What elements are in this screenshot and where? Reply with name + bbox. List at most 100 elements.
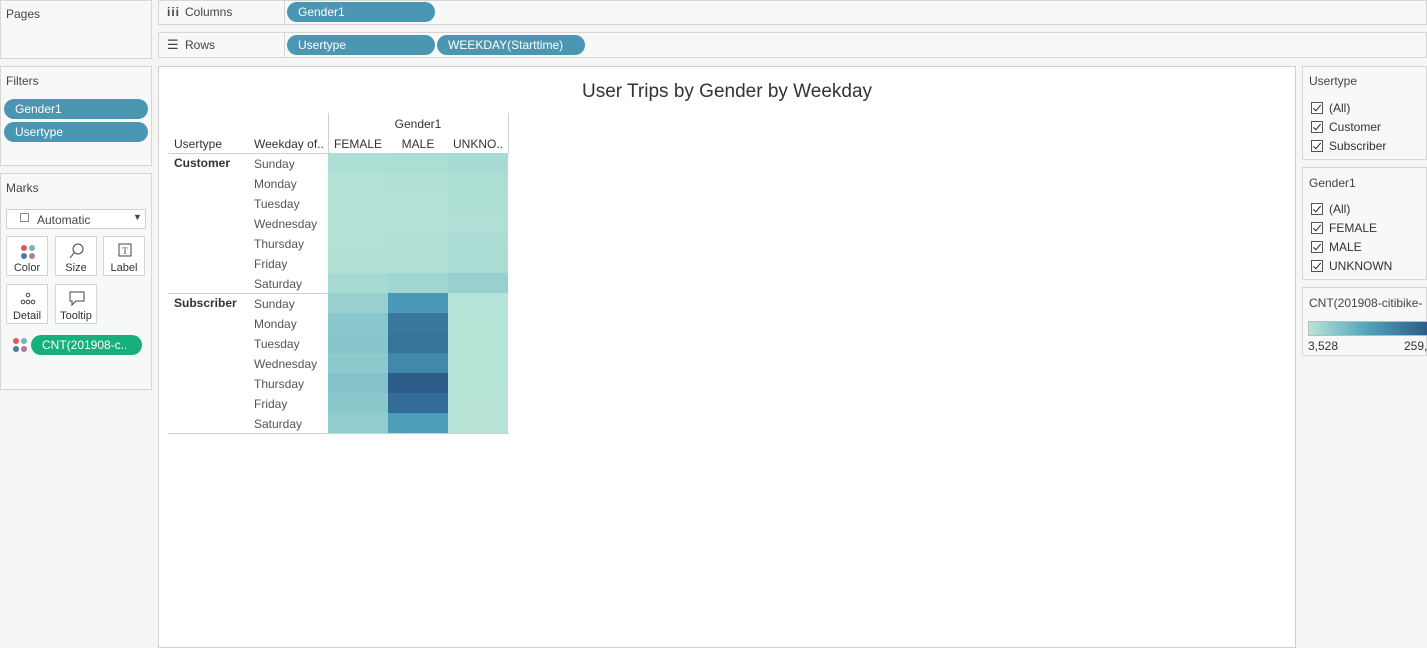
checkbox-icon[interactable] bbox=[1311, 120, 1323, 133]
filters-title: Filters bbox=[6, 74, 39, 88]
columns-pill-gender1[interactable]: Gender1 bbox=[287, 2, 435, 22]
heatmap-cell[interactable] bbox=[388, 413, 448, 433]
heatmap-cell[interactable] bbox=[388, 173, 448, 193]
row-label-subscriber-monday: Monday bbox=[254, 317, 297, 331]
col-header-group: Gender1 bbox=[394, 117, 442, 131]
heatmap-cell[interactable] bbox=[388, 233, 448, 253]
heatmap-cell[interactable] bbox=[448, 213, 508, 233]
usertype-option-all[interactable]: (All) bbox=[1311, 99, 1350, 118]
heatmap-cell[interactable] bbox=[448, 253, 508, 273]
heatmap-cell[interactable] bbox=[448, 333, 508, 353]
heatmap-cell[interactable] bbox=[448, 173, 508, 193]
heatmap-cell[interactable] bbox=[388, 293, 448, 313]
heatmap-cell[interactable] bbox=[448, 153, 508, 173]
color-legend-card[interactable]: CNT(201908-citibike- 3,528 259, bbox=[1302, 287, 1427, 356]
heatmap-grid[interactable] bbox=[328, 153, 508, 433]
rows-pill-usertype[interactable]: Usertype bbox=[287, 35, 435, 55]
heatmap-cell[interactable] bbox=[388, 213, 448, 233]
usertype-filter-card[interactable]: Usertype (All) Customer Subscriber bbox=[1302, 66, 1427, 160]
label-icon: T bbox=[118, 243, 132, 257]
gender-option-female-label: FEMALE bbox=[1329, 221, 1378, 235]
heatmap-cell[interactable] bbox=[388, 193, 448, 213]
checkbox-icon[interactable] bbox=[1311, 101, 1323, 114]
legend-max-label: 259, bbox=[1404, 339, 1427, 353]
row-label-customer-sunday: Sunday bbox=[254, 157, 295, 171]
size-icon bbox=[69, 243, 84, 259]
heatmap-cell[interactable] bbox=[388, 373, 448, 393]
heatmap-cell[interactable] bbox=[448, 393, 508, 413]
filter-pill-usertype[interactable]: Usertype bbox=[4, 122, 148, 142]
heatmap-cell[interactable] bbox=[448, 313, 508, 333]
heatmap-cell[interactable] bbox=[328, 333, 388, 353]
heatmap-cell[interactable] bbox=[328, 413, 388, 433]
mark-type-label: Automatic bbox=[37, 213, 91, 227]
row-label-subscriber-thursday: Thursday bbox=[254, 377, 305, 391]
heatmap-cell[interactable] bbox=[448, 373, 508, 393]
gender-option-female[interactable]: FEMALE bbox=[1311, 219, 1377, 238]
color-button[interactable]: Color bbox=[6, 236, 48, 276]
columns-label: Columns bbox=[185, 5, 233, 19]
heatmap-cell[interactable] bbox=[448, 293, 508, 313]
group-label-customer: Customer bbox=[174, 156, 231, 170]
mark-type-dropdown[interactable]: Automatic ▼ bbox=[6, 209, 146, 229]
heatmap-cell[interactable] bbox=[388, 313, 448, 333]
heatmap-cell[interactable] bbox=[328, 253, 388, 273]
heatmap-cell[interactable] bbox=[448, 273, 508, 293]
detail-button[interactable]: Detail bbox=[6, 284, 48, 324]
rows-icon: ☰ bbox=[167, 37, 179, 52]
gender-option-unknown[interactable]: UNKNOWN bbox=[1311, 257, 1392, 276]
pages-card[interactable]: Pages bbox=[0, 0, 152, 59]
heatmap-cell[interactable] bbox=[328, 373, 388, 393]
gender-option-all[interactable]: (All) bbox=[1311, 200, 1350, 219]
columns-shelf[interactable]: iii Columns Gender1 bbox=[158, 0, 1427, 25]
heatmap-cell[interactable] bbox=[388, 393, 448, 413]
rows-shelf[interactable]: ☰ Rows Usertype WEEKDAY(Starttime) bbox=[158, 32, 1427, 58]
legend-min-label: 3,528 bbox=[1308, 339, 1339, 353]
row-label-customer-thursday: Thursday bbox=[254, 237, 305, 251]
heatmap-cell[interactable] bbox=[328, 353, 388, 373]
heatmap-cell[interactable] bbox=[388, 273, 448, 293]
usertype-option-customer[interactable]: Customer bbox=[1311, 118, 1381, 137]
checkbox-icon[interactable] bbox=[1311, 259, 1323, 272]
heatmap-cell[interactable] bbox=[328, 153, 388, 173]
gender-filter-title: Gender1 bbox=[1309, 176, 1356, 190]
row-label-subscriber-wednesday: Wednesday bbox=[254, 357, 318, 371]
heatmap-cell[interactable] bbox=[448, 413, 508, 433]
heatmap-cell[interactable] bbox=[388, 353, 448, 373]
size-button[interactable]: Size bbox=[55, 236, 97, 276]
gender-option-male[interactable]: MALE bbox=[1311, 238, 1362, 257]
filter-pill-gender1[interactable]: Gender1 bbox=[4, 99, 148, 119]
chevron-down-icon: ▼ bbox=[133, 212, 142, 222]
checkbox-icon[interactable] bbox=[1311, 240, 1323, 253]
heatmap-cell[interactable] bbox=[328, 273, 388, 293]
heatmap-cell[interactable] bbox=[328, 313, 388, 333]
label-button[interactable]: T Label bbox=[103, 236, 145, 276]
rows-pill-weekday[interactable]: WEEKDAY(Starttime) bbox=[437, 35, 585, 55]
row-header-usertype: Usertype bbox=[174, 137, 223, 151]
heatmap-cell[interactable] bbox=[328, 213, 388, 233]
checkbox-icon[interactable] bbox=[1311, 221, 1323, 234]
usertype-option-subscriber[interactable]: Subscriber bbox=[1311, 137, 1386, 156]
checkbox-icon[interactable] bbox=[1311, 202, 1323, 215]
pages-title: Pages bbox=[6, 7, 41, 21]
heatmap-cell[interactable] bbox=[328, 193, 388, 213]
heatmap-cell[interactable] bbox=[328, 293, 388, 313]
heatmap-cell[interactable] bbox=[448, 193, 508, 213]
marks-card[interactable]: Marks Automatic ▼ Color Size T Label Det… bbox=[0, 173, 152, 390]
color-field-pill[interactable]: CNT(201908-c.. bbox=[31, 335, 142, 355]
gender-filter-card[interactable]: Gender1 (All) FEMALE MALE UNKNOWN bbox=[1302, 167, 1427, 280]
heatmap-cell[interactable] bbox=[388, 253, 448, 273]
checkbox-icon[interactable] bbox=[1311, 139, 1323, 152]
color-icon bbox=[21, 245, 35, 259]
heatmap-cell[interactable] bbox=[448, 233, 508, 253]
heatmap-cell[interactable] bbox=[388, 153, 448, 173]
rows-label: Rows bbox=[185, 38, 216, 52]
heatmap-cell[interactable] bbox=[328, 173, 388, 193]
heatmap-cell[interactable] bbox=[388, 333, 448, 353]
heatmap-cell[interactable] bbox=[448, 353, 508, 373]
filters-card[interactable]: Filters Gender1 Usertype bbox=[0, 66, 152, 166]
heatmap-cell[interactable] bbox=[328, 233, 388, 253]
heatmap-cell[interactable] bbox=[328, 393, 388, 413]
tooltip-button[interactable]: Tooltip bbox=[55, 284, 97, 324]
legend-title: CNT(201908-citibike- bbox=[1309, 296, 1423, 310]
